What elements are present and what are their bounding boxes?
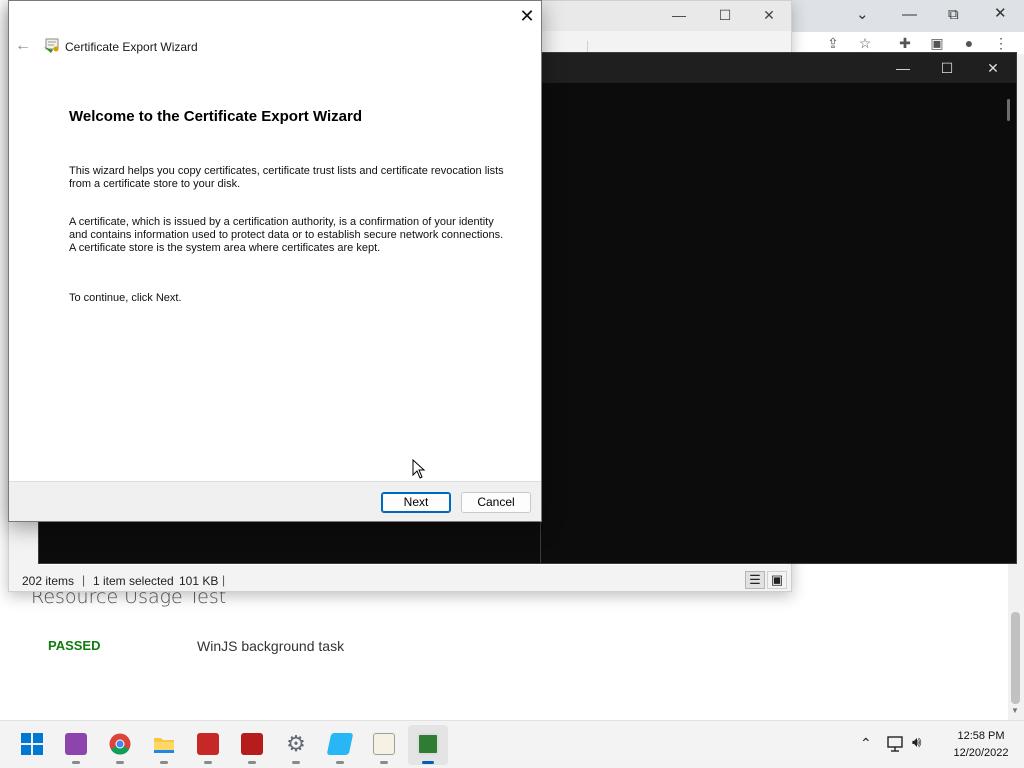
selection-size: 101 KB <box>179 574 219 588</box>
star-icon[interactable]: ☆ <box>858 36 872 50</box>
close-icon[interactable]: ✕ <box>985 60 1001 76</box>
browser-toolbar: ⇪ ☆ ✚ ▣ ● ⋮ <box>792 32 1024 54</box>
folder-icon <box>154 738 174 753</box>
result-test-name: WinJS background task <box>197 638 345 654</box>
console-scrollbar[interactable] <box>1007 99 1010 121</box>
app-icon <box>65 733 87 755</box>
maximize-icon[interactable]: ☐ <box>717 7 733 23</box>
wizard-continue-text: To continue, click Next. <box>69 292 182 304</box>
wizard-description-text: A certificate, which is issued by a cert… <box>69 216 504 254</box>
taskbar-settings[interactable]: ⚙ <box>276 725 316 765</box>
start-button[interactable] <box>12 725 52 765</box>
explorer-statusbar: 202 items | 1 item selected 101 KB | ☰ ▣ <box>9 569 791 591</box>
next-button[interactable]: Next <box>381 492 451 513</box>
gear-icon: ⚙ <box>286 731 306 756</box>
app-icon <box>197 733 219 755</box>
result-status-badge: PASSED <box>48 638 101 653</box>
taskbar-app-red-2[interactable] <box>232 725 272 765</box>
selection-count: 1 item selected <box>93 574 174 588</box>
running-indicator <box>204 761 212 764</box>
restore-icon[interactable]: ⧉ <box>948 6 959 24</box>
close-icon[interactable]: ✕ <box>994 5 1007 23</box>
profile-icon[interactable]: ● <box>962 36 976 50</box>
status-separator: | <box>82 573 86 587</box>
status-separator: | <box>222 573 226 587</box>
app-icon <box>417 733 439 755</box>
taskbar-active-app[interactable] <box>408 725 448 765</box>
running-indicator <box>116 761 124 764</box>
running-indicator <box>72 761 80 764</box>
extensions-icon[interactable]: ✚ <box>898 36 912 50</box>
running-indicator <box>292 761 300 764</box>
taskbar-app-purple[interactable] <box>56 725 96 765</box>
running-indicator <box>248 761 256 764</box>
network-icon[interactable] <box>886 735 906 753</box>
console-body <box>38 522 540 564</box>
maximize-icon[interactable]: ☐ <box>939 60 955 76</box>
close-icon[interactable]: ✕ <box>517 6 537 26</box>
console-titlebar: — ☐ ✕ <box>541 53 1016 83</box>
browser-tabstrip: ⌄ — ⧉ ✕ <box>792 0 1024 32</box>
mouse-cursor-icon <box>412 459 426 479</box>
taskbar-app-blue[interactable] <box>320 725 360 765</box>
show-hidden-icons-icon[interactable]: ⌃ <box>860 735 872 752</box>
minimize-icon[interactable]: — <box>895 60 911 76</box>
volume-icon[interactable]: 🔊︎ <box>912 734 921 751</box>
taskbar-app-red-1[interactable] <box>188 725 228 765</box>
item-count: 202 items <box>22 574 75 588</box>
running-indicator <box>380 761 388 764</box>
clock-date[interactable]: 12/20/2022 <box>946 747 1016 759</box>
taskbar-certificate-manager[interactable] <box>364 725 404 765</box>
cancel-button[interactable]: Cancel <box>461 492 531 513</box>
details-view-icon[interactable]: ☰ <box>745 571 765 589</box>
running-indicator <box>422 761 434 764</box>
taskbar-file-explorer[interactable] <box>144 725 184 765</box>
chevron-down-icon[interactable]: ⌄ <box>856 6 869 24</box>
wizard-footer: Next Cancel <box>9 481 541 521</box>
console-window: — ☐ ✕ <box>540 52 1017 564</box>
scroll-down-icon[interactable]: ▼ <box>1011 706 1019 715</box>
certificate-icon <box>44 38 59 53</box>
wizard-intro-text: This wizard helps you copy certificates,… <box>69 165 504 190</box>
app-icon <box>326 733 354 755</box>
close-icon[interactable]: ✕ <box>761 7 777 23</box>
wizard-heading: Welcome to the Certificate Export Wizard <box>69 108 362 125</box>
large-icons-view-icon[interactable]: ▣ <box>767 571 787 589</box>
sidepanel-icon[interactable]: ▣ <box>930 36 944 50</box>
windows-logo-icon <box>21 733 43 755</box>
running-indicator <box>160 761 168 764</box>
app-icon <box>241 733 263 755</box>
running-indicator <box>336 761 344 764</box>
menu-icon[interactable]: ⋮ <box>994 36 1008 50</box>
certificate-export-wizard: ✕ ← Certificate Export Wizard Welcome to… <box>8 0 542 522</box>
minimize-icon[interactable]: — <box>902 6 917 24</box>
clock-time[interactable]: 12:58 PM <box>946 730 1016 742</box>
chrome-icon <box>109 733 131 755</box>
taskbar: ⚙ ⌃ 🔊︎ 12:58 PM 12/20/2022 <box>0 720 1024 768</box>
taskbar-chrome[interactable] <box>100 725 140 765</box>
certificate-icon <box>373 733 395 755</box>
share-icon[interactable]: ⇪ <box>826 36 840 50</box>
minimize-icon[interactable]: — <box>671 7 687 23</box>
wizard-title: Certificate Export Wizard <box>65 40 198 54</box>
back-arrow-icon[interactable]: ← <box>14 37 32 55</box>
page-scroll-thumb[interactable] <box>1011 612 1020 704</box>
